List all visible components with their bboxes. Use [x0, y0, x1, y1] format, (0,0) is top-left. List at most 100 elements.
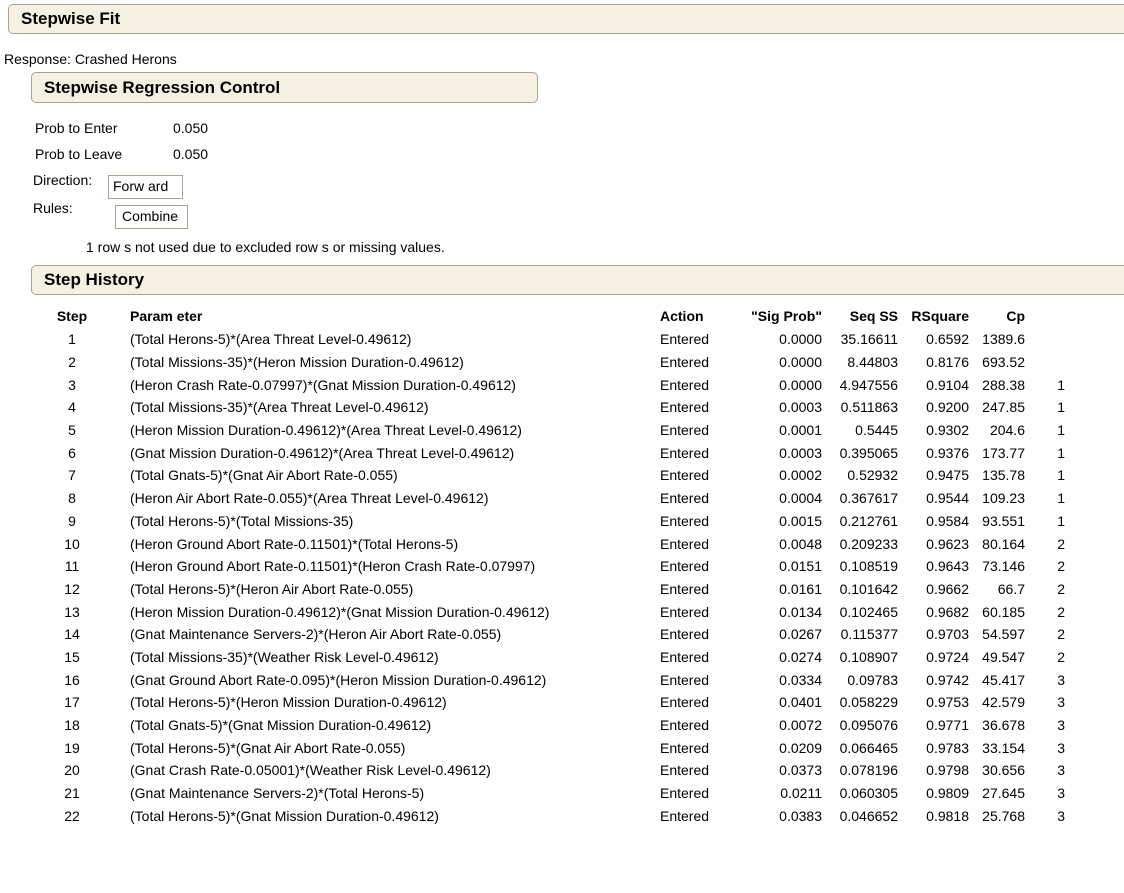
step-cell: 7 [68, 467, 76, 484]
action-cell: Entered [660, 603, 710, 620]
table-row[interactable]: 1 (Total Herons-5)*(Area Threat Level-0.4… [32, 328, 1065, 351]
sig-prob-cell: 0.0383 [779, 807, 822, 824]
sig-prob-cell: 0.0072 [779, 717, 822, 734]
seq-ss-cell: 0.060305 [839, 785, 898, 802]
col-header-action[interactable]: Action [660, 304, 735, 328]
action-cell: Entered [660, 490, 710, 507]
table-row[interactable]: 22 (Total Herons-5)*(Gnat Mission Duratio… [32, 804, 1065, 827]
step-cell: 21 [64, 785, 80, 802]
sig-prob-cell: 0.0000 [779, 376, 822, 393]
parameter-cell: (Heron Crash Rate-0.07997)*(Gnat Mission… [130, 376, 516, 393]
stepwise-fit-outline[interactable]: Stepwise Fit [8, 4, 1124, 34]
table-row[interactable]: 3 (Heron Crash Rate-0.07997)*(Gnat Missio… [32, 373, 1065, 396]
step-history-outline[interactable]: Step History [31, 265, 1124, 295]
table-row[interactable]: 9 (Total Herons-5)*(Total Missions-35) Ent… [32, 510, 1065, 533]
cp-cell: 33.154 [982, 739, 1025, 756]
table-row[interactable]: 18 (Total Gnats-5)*(Gnat Mission Duration… [32, 714, 1065, 737]
table-row[interactable]: 13 (Heron Mission Duration-0.49612)*(Gnat… [32, 600, 1065, 623]
seq-ss-cell: 4.947556 [839, 376, 898, 393]
p-cell: 1 [1057, 490, 1065, 507]
cp-cell: 27.645 [982, 785, 1025, 802]
action-cell: Entered [660, 467, 710, 484]
seq-ss-cell: 0.095076 [839, 717, 898, 734]
col-header-sig-prob[interactable]: "Sig Prob" [735, 304, 822, 328]
control-title: Stepwise Regression Control [44, 78, 281, 97]
prob-leave-value[interactable]: 0.050 [173, 146, 208, 162]
col-header-p[interactable] [1025, 304, 1065, 328]
step-cell: 11 [64, 558, 80, 575]
seq-ss-cell: 0.09783 [847, 671, 898, 688]
col-header-rsquare[interactable]: RSquare [898, 304, 969, 328]
table-row[interactable]: 7 (Total Gnats-5)*(Gnat Air Abort Rate-0.… [32, 464, 1065, 487]
cp-cell: 36.678 [982, 717, 1025, 734]
p-cell: 2 [1057, 648, 1065, 665]
cp-cell: 54.597 [982, 626, 1025, 643]
step-cell: 19 [64, 739, 80, 756]
action-cell: Entered [660, 512, 710, 529]
col-header-parameter[interactable]: Param eter [112, 304, 660, 328]
step-cell: 17 [64, 694, 80, 711]
step-cell: 16 [64, 671, 80, 688]
direction-select[interactable]: Forw ard [108, 175, 183, 199]
rsquare-cell: 0.9818 [926, 807, 969, 824]
table-row[interactable]: 17 (Total Herons-5)*(Heron Mission Durati… [32, 691, 1065, 714]
direction-label: Direction: [33, 172, 93, 188]
parameter-cell: (Total Missions-35)*(Weather Risk Level-… [130, 648, 439, 665]
table-row[interactable]: 10 (Heron Ground Abort Rate-0.11501)*(Tot… [32, 532, 1065, 555]
sig-prob-cell: 0.0003 [779, 444, 822, 461]
rules-select[interactable]: Combine [115, 205, 188, 229]
p-cell: 1 [1057, 512, 1065, 529]
p-cell: 1 [1057, 422, 1065, 439]
step-cell: 1 [68, 331, 76, 348]
p-cell: 3 [1057, 717, 1065, 734]
step-history-table: Step Param eter Action "Sig Prob" Seq SS… [32, 304, 1065, 827]
table-row[interactable]: 16 (Gnat Ground Abort Rate-0.095)*(Heron … [32, 668, 1065, 691]
action-cell: Entered [660, 785, 710, 802]
parameter-cell: (Gnat Maintenance Servers-2)*(Total Hero… [130, 785, 425, 802]
step-cell: 5 [68, 422, 76, 439]
table-row[interactable]: 4 (Total Missions-35)*(Area Threat Level-… [32, 396, 1065, 419]
seq-ss-cell: 0.102465 [839, 603, 898, 620]
action-cell: Entered [660, 671, 710, 688]
cp-cell: 135.78 [982, 467, 1025, 484]
step-cell: 12 [64, 580, 80, 597]
table-row[interactable]: 12 (Total Herons-5)*(Heron Air Abort Rate… [32, 578, 1065, 601]
cp-cell: 25.768 [982, 807, 1025, 824]
step-cell: 20 [64, 762, 80, 779]
p-cell [1025, 328, 1065, 351]
table-row[interactable]: 21 (Gnat Maintenance Servers-2)*(Total He… [32, 782, 1065, 805]
step-cell: 10 [64, 535, 80, 552]
prob-enter-value[interactable]: 0.050 [173, 120, 208, 136]
sig-prob-cell: 0.0003 [779, 399, 822, 416]
table-row[interactable]: 6 (Gnat Mission Duration-0.49612)*(Area T… [32, 441, 1065, 464]
table-row[interactable]: 20 (Gnat Crash Rate-0.05001)*(Weather Ris… [32, 759, 1065, 782]
action-cell: Entered [660, 694, 710, 711]
action-cell: Entered [660, 444, 710, 461]
parameter-cell: (Heron Mission Duration-0.49612)*(Area T… [130, 422, 522, 439]
col-header-seq-ss[interactable]: Seq SS [822, 304, 898, 328]
step-cell: 14 [64, 626, 80, 643]
table-row[interactable]: 11 (Heron Ground Abort Rate-0.11501)*(Her… [32, 555, 1065, 578]
col-header-cp[interactable]: Cp [969, 304, 1025, 328]
regression-control-outline[interactable]: Stepwise Regression Control [31, 72, 538, 103]
p-cell: 2 [1057, 558, 1065, 575]
table-row[interactable]: 15 (Total Missions-35)*(Weather Risk Leve… [32, 646, 1065, 669]
table-row[interactable]: 2 (Total Missions-35)*(Heron Mission Dura… [32, 351, 1065, 374]
table-row[interactable]: 19 (Total Herons-5)*(Gnat Air Abort Rate-… [32, 736, 1065, 759]
parameter-cell: (Total Herons-5)*(Heron Mission Duration… [130, 694, 447, 711]
step-cell: 9 [68, 512, 76, 529]
rsquare-cell: 0.9200 [926, 399, 969, 416]
col-header-step[interactable]: Step [32, 304, 112, 328]
rsquare-cell: 0.9376 [926, 444, 969, 461]
rsquare-cell: 0.9798 [926, 762, 969, 779]
sig-prob-cell: 0.0334 [779, 671, 822, 688]
rsquare-cell: 0.8176 [926, 354, 969, 371]
rsquare-cell: 0.9623 [926, 535, 969, 552]
rsquare-cell: 0.9783 [926, 739, 969, 756]
parameter-cell: (Total Missions-35)*(Heron Mission Durat… [130, 354, 464, 371]
table-row[interactable]: 14 (Gnat Maintenance Servers-2)*(Heron Ai… [32, 623, 1065, 646]
table-row[interactable]: 8 (Heron Air Abort Rate-0.055)*(Area Thre… [32, 487, 1065, 510]
action-cell: Entered [660, 626, 710, 643]
p-cell [1025, 351, 1065, 374]
table-row[interactable]: 5 (Heron Mission Duration-0.49612)*(Area … [32, 419, 1065, 442]
